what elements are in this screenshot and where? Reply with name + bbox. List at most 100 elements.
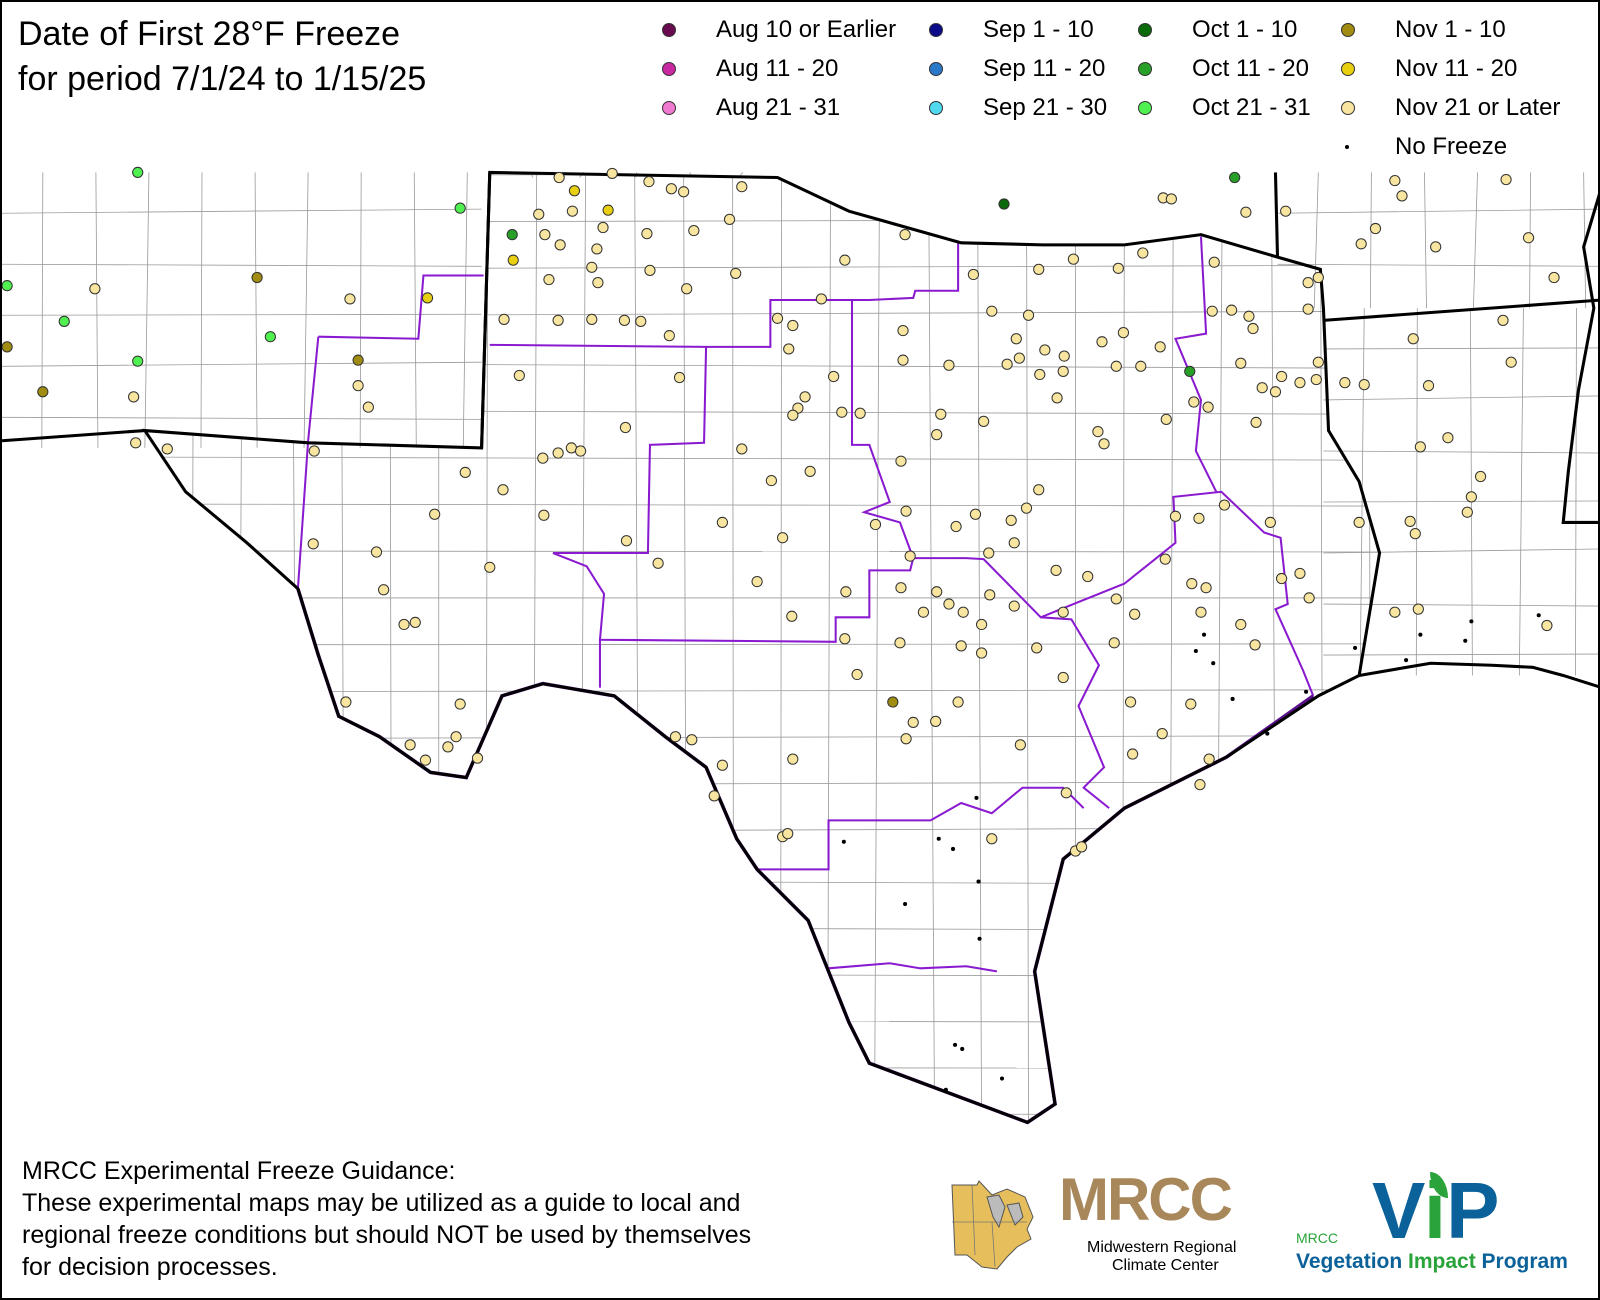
county-line [827, 172, 831, 1123]
station-marker [1022, 309, 1035, 321]
station-marker [1396, 190, 1408, 202]
county-line [144, 643, 1380, 646]
station-marker [565, 442, 577, 454]
mexico-nm-border [2, 429, 145, 443]
county-line [1323, 603, 1598, 607]
station-marker [1229, 171, 1241, 184]
station-no-freeze [1469, 619, 1474, 624]
station-marker [1039, 344, 1051, 356]
disclaimer-line: regional freeze conditions but should NO… [22, 1221, 752, 1249]
vip-name-part: Vegetation [1296, 1250, 1409, 1273]
station-marker [751, 575, 763, 588]
county-line [144, 362, 1380, 369]
legend-label: No Freeze [1395, 133, 1508, 160]
station-marker [673, 371, 686, 384]
station-marker [89, 283, 101, 295]
station-marker [1250, 416, 1262, 429]
legend-swatch-icon [1341, 62, 1355, 76]
county-line [144, 735, 1380, 740]
station-marker [895, 582, 907, 594]
station-no-freeze [1353, 645, 1358, 650]
vip-letter-p: P [1446, 1166, 1500, 1255]
county-line [144, 879, 1380, 886]
station-no-freeze [1193, 648, 1198, 654]
midwest-map-icon [951, 1180, 1034, 1270]
station-marker [900, 733, 912, 745]
station-no-freeze [1202, 632, 1207, 637]
county-line [874, 172, 880, 1123]
vip-program-name: Vegetation Impact Program [1296, 1250, 1568, 1274]
county-line [144, 827, 1380, 834]
county-line [144, 409, 1380, 415]
station-marker [1108, 637, 1120, 649]
vip-logo: MRCC ViP Vegetation Impact Program [1292, 1166, 1592, 1287]
station-marker [955, 640, 967, 652]
station-no-freeze [936, 836, 941, 841]
station-marker [307, 538, 319, 550]
coast-and-rio-grande [296, 588, 1315, 1125]
legend-label: Oct 1 - 10 [1192, 16, 1298, 43]
station-no-freeze [1211, 661, 1216, 666]
station-marker [497, 484, 509, 496]
station-marker [1098, 438, 1110, 450]
station-marker [895, 455, 907, 467]
station-marker [787, 753, 799, 765]
station-marker [1031, 642, 1043, 654]
station-marker [1160, 413, 1172, 425]
station-marker [1082, 570, 1094, 583]
station-marker [935, 408, 947, 420]
county-line [144, 926, 1380, 931]
division-line [489, 241, 960, 348]
station-marker [851, 668, 863, 681]
county-line [1277, 263, 1598, 267]
station-marker [1389, 606, 1401, 618]
station-marker [777, 532, 789, 544]
station-marker [1312, 356, 1324, 368]
station-no-freeze [1404, 658, 1409, 663]
station-marker [869, 518, 882, 531]
station-marker [1280, 205, 1292, 217]
station-marker [1208, 256, 1220, 268]
station-marker [597, 221, 609, 234]
legend-swatch-icon [662, 23, 676, 37]
station-marker [1127, 748, 1139, 760]
station-marker [899, 229, 911, 241]
station-marker [533, 208, 545, 220]
station-marker [553, 171, 565, 184]
county-line [1415, 308, 1418, 676]
station-marker [969, 508, 982, 520]
station-marker [1013, 352, 1025, 364]
county-line [462, 172, 468, 448]
station-marker [498, 313, 510, 325]
legend-label: Aug 11 - 20 [716, 55, 839, 82]
legend-label: Oct 11 - 20 [1192, 55, 1309, 82]
station-marker [931, 429, 943, 441]
county-line [1575, 308, 1577, 676]
station-marker [362, 401, 374, 413]
station-marker [998, 198, 1010, 210]
station-marker [1051, 392, 1063, 404]
county-line [1168, 172, 1174, 1123]
station-marker [1264, 516, 1276, 529]
station-marker [1235, 618, 1247, 631]
station-marker [602, 204, 614, 216]
station-marker [568, 185, 581, 197]
station-marker [618, 314, 631, 326]
station-marker [1020, 502, 1033, 514]
station-no-freeze [1536, 613, 1541, 618]
station-marker [398, 618, 410, 631]
station-marker [907, 716, 919, 729]
station-marker [1202, 401, 1214, 413]
county-line [254, 172, 258, 448]
county-line [634, 172, 641, 1123]
station-no-freeze [976, 879, 981, 884]
station-marker [454, 698, 466, 710]
county-line [1323, 347, 1598, 350]
station-marker [1461, 506, 1473, 518]
vip-name-part: Program [1475, 1250, 1568, 1273]
station-marker [591, 243, 603, 255]
ar-la-border [1323, 298, 1598, 322]
station-marker [931, 586, 943, 598]
station-marker [943, 359, 955, 371]
station-marker [1096, 336, 1108, 348]
